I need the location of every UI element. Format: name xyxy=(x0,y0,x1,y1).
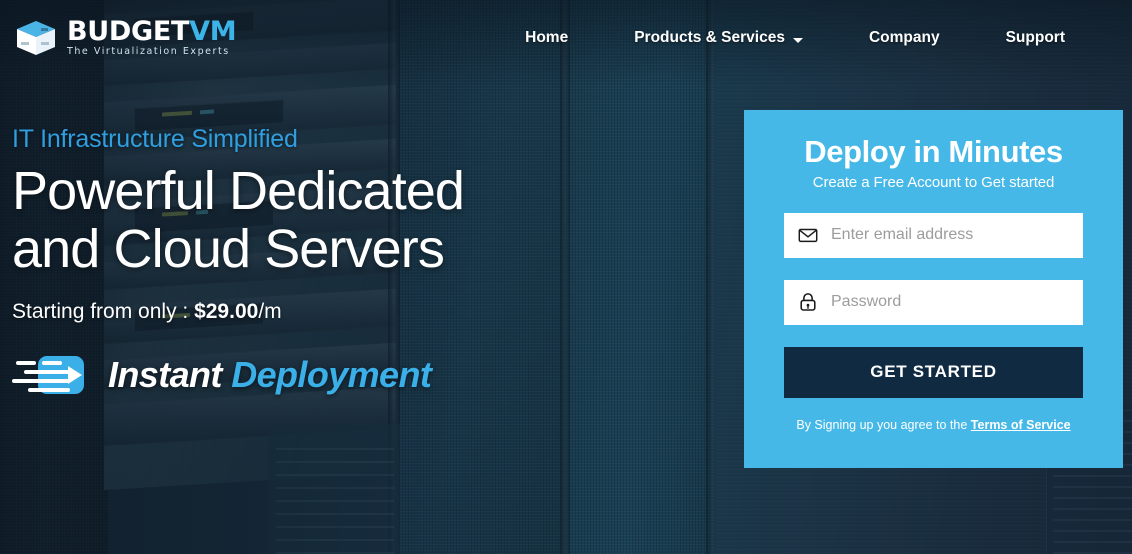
envelope-icon xyxy=(798,228,818,243)
signup-title: Deploy in Minutes xyxy=(804,134,1063,169)
speed-arrow-icon xyxy=(12,355,84,394)
pricing-prefix: Starting from only : xyxy=(12,299,195,323)
nav-item-home[interactable]: Home xyxy=(492,29,601,47)
hero-headline: Powerful Dedicated and Cloud Servers xyxy=(12,162,532,278)
nav-item-company[interactable]: Company xyxy=(836,29,973,47)
password-input[interactable] xyxy=(819,279,1083,325)
instant-deployment-badge: Instant Deployment xyxy=(12,354,712,396)
lock-icon xyxy=(800,293,816,311)
nav-item-support[interactable]: Support xyxy=(973,29,1098,47)
deploy-word-instant: Instant xyxy=(108,353,222,395)
brand-logo[interactable]: BUDGETVM The Virtualization Experts xyxy=(14,15,237,59)
hero-page: BUDGETVM The Virtualization Experts Home… xyxy=(0,0,1132,554)
nav-item-products-services[interactable]: Products & Services xyxy=(601,29,836,47)
terms-prefix: By Signing up you agree to the xyxy=(796,417,971,432)
deploy-word-deployment: Deployment xyxy=(231,353,432,395)
cube-box-icon xyxy=(17,21,55,55)
main-navigation: Home Products & Services Company Support xyxy=(492,29,1132,47)
hero-headline-line1: Powerful Dedicated xyxy=(12,160,465,221)
nav-item-label: Company xyxy=(868,29,940,46)
brand-tagline: The Virtualization Experts xyxy=(67,45,230,57)
terms-of-service-link[interactable]: Terms of Service xyxy=(971,418,1071,432)
hero-eyebrow: IT Infrastructure Simplified xyxy=(12,125,298,153)
nav-item-label: Home xyxy=(525,29,569,46)
pricing-amount: $29.00 xyxy=(194,299,259,323)
email-input[interactable] xyxy=(819,212,1083,258)
pricing-suffix: /m xyxy=(258,299,282,323)
get-started-button[interactable]: GET STARTED xyxy=(784,346,1083,398)
email-field-wrapper[interactable] xyxy=(784,212,1083,258)
nav-item-label: Support xyxy=(1005,29,1065,46)
brand-logo-text: BUDGETVM The Virtualization Experts xyxy=(67,15,237,59)
hero-headline-line2: and Cloud Servers xyxy=(12,218,445,279)
hero-pricing: Starting from only : $29.00/m xyxy=(12,300,712,324)
signup-panel: Deploy in Minutes Create a Free Account … xyxy=(744,110,1123,468)
password-field-wrapper[interactable] xyxy=(784,279,1083,325)
terms-notice: By Signing up you agree to the Terms of … xyxy=(784,418,1083,432)
brand-name-primary: BUDGET xyxy=(67,15,190,47)
hero-content: IT Infrastructure Simplified Powerful De… xyxy=(12,125,712,396)
nav-item-label: Products & Services xyxy=(634,29,785,46)
instant-deployment-label: Instant Deployment xyxy=(108,353,432,396)
chevron-down-icon xyxy=(792,37,803,43)
brand-name-accent: VM xyxy=(189,15,237,47)
site-header: BUDGETVM The Virtualization Experts Home… xyxy=(0,0,1132,76)
signup-subtitle: Create a Free Account to Get started xyxy=(812,173,1055,191)
